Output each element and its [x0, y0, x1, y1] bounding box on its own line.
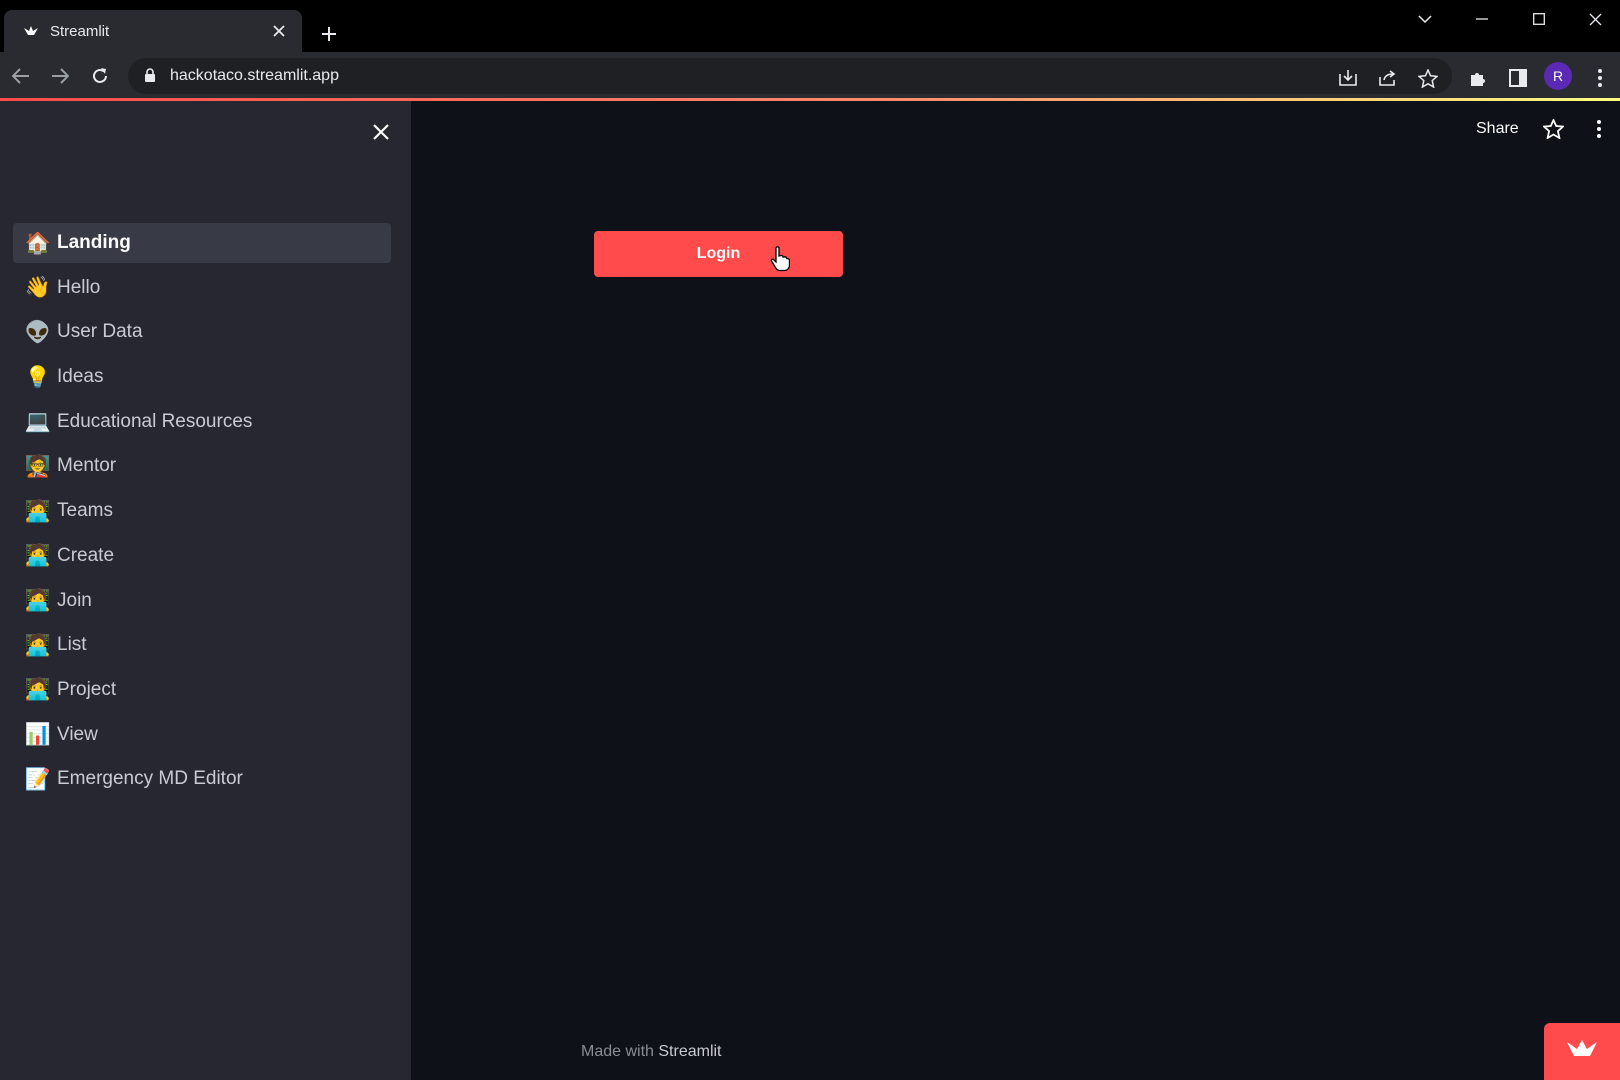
hand-pointer-cursor-icon [770, 246, 791, 277]
sidebar-item-hello[interactable]: 👋 Hello [13, 268, 391, 308]
sidebar-item-label: Ideas [57, 366, 104, 388]
sidebar-nav: 🏠 Landing 👋 Hello 👽 User Data 💡 Ideas 💻 Education… [13, 223, 391, 804]
sidebar-item-join[interactable]: 🧑‍💻 Join [13, 581, 391, 621]
bookmark-star-icon[interactable] [1416, 66, 1440, 90]
profile-avatar[interactable]: R [1544, 62, 1572, 90]
lightbulb-icon: 💡 [24, 365, 52, 389]
technologist-icon: 🧑‍💻 [24, 589, 52, 612]
app-menu-icon[interactable] [1587, 117, 1611, 141]
sidebar-item-user-data[interactable]: 👽 User Data [13, 312, 391, 352]
sidebar-item-landing[interactable]: 🏠 Landing [13, 223, 391, 263]
sidebar-item-mentor[interactable]: 🧑‍🏫 Mentor [13, 446, 391, 486]
browser-menu-icon[interactable] [1588, 66, 1612, 90]
lock-icon [144, 68, 156, 88]
waving-hand-icon: 👋 [24, 276, 52, 300]
sidebar-item-label: Emergency MD Editor [57, 768, 243, 790]
footer-streamlit-link[interactable]: Streamlit [658, 1043, 721, 1060]
laptop-icon: 💻 [24, 410, 52, 434]
sidebar-item-label: Mentor [57, 455, 117, 477]
sidebar-item-create[interactable]: 🧑‍💻 Create [13, 536, 391, 576]
tab-search-icon[interactable] [1402, 4, 1448, 34]
bar-chart-icon: 📊 [24, 723, 52, 747]
sidebar-item-label: Educational Resources [57, 410, 253, 432]
alien-icon: 👽 [24, 320, 52, 344]
sidebar-item-ideas[interactable]: 💡 Ideas [13, 357, 391, 397]
technologist-icon: 🧑‍💻 [24, 499, 52, 523]
technologist-icon: 🧑‍💻 [24, 633, 52, 657]
sidebar-item-educational-resources[interactable]: 💻 Educational Resources [13, 402, 391, 442]
house-icon: 🏠 [24, 231, 52, 255]
share-button[interactable]: Share [1476, 120, 1519, 138]
sidebar-item-list[interactable]: 🧑‍💻 List [13, 625, 391, 665]
side-panel-icon[interactable] [1506, 66, 1530, 90]
streamlit-crown-icon [1565, 1038, 1599, 1065]
login-button[interactable]: Login [594, 231, 843, 277]
sidebar-close-icon[interactable] [368, 119, 394, 145]
sidebar-item-project[interactable]: 🧑‍💻 Project [13, 670, 391, 710]
sidebar-item-label: Join [57, 589, 92, 611]
sidebar-item-label: User Data [57, 321, 143, 343]
sidebar-item-label: Create [57, 544, 115, 566]
url-text: hackotaco.streamlit.app [170, 67, 339, 84]
favorite-star-icon[interactable] [1541, 117, 1565, 141]
reload-icon[interactable] [84, 60, 116, 92]
browser-tab[interactable]: Streamlit [4, 10, 302, 52]
sidebar-item-label: Landing [57, 232, 131, 253]
forward-arrow-icon[interactable] [44, 60, 76, 92]
sidebar-item-label: Teams [57, 500, 113, 522]
sidebar-item-teams[interactable]: 🧑‍💻 Teams [13, 491, 391, 531]
minimize-icon[interactable] [1459, 4, 1505, 34]
browser-tab-bar: Streamlit [0, 0, 1620, 52]
teacher-icon: 🧑‍🏫 [24, 454, 52, 478]
main-content [411, 101, 1620, 1080]
new-tab-icon[interactable] [315, 20, 343, 48]
browser-toolbar: hackotaco.streamlit.app [0, 52, 1620, 99]
memo-icon: 📝 [24, 767, 52, 791]
back-arrow-icon[interactable] [5, 60, 37, 92]
sidebar-item-view[interactable]: 📊 View [13, 715, 391, 755]
sidebar-item-label: List [57, 634, 87, 656]
window-close-icon[interactable] [1572, 4, 1618, 34]
technologist-icon: 🧑‍💻 [24, 544, 52, 568]
maximize-icon[interactable] [1516, 4, 1562, 34]
sidebar-item-emergency-md-editor[interactable]: 📝 Emergency MD Editor [13, 759, 391, 799]
extensions-puzzle-icon[interactable] [1466, 66, 1490, 90]
tab-title: Streamlit [50, 22, 110, 40]
address-bar[interactable]: hackotaco.streamlit.app [128, 58, 1452, 94]
tab-close-icon[interactable] [266, 18, 292, 44]
sidebar-item-label: View [57, 723, 98, 745]
streamlit-badge[interactable] [1544, 1023, 1620, 1080]
sidebar-item-label: Hello [57, 276, 101, 298]
footer: Made with Streamlit [581, 1043, 722, 1061]
technologist-icon: 🧑‍💻 [24, 678, 52, 702]
sidebar: 🏠 Landing 👋 Hello 👽 User Data 💡 Ideas 💻 Education… [0, 101, 411, 1080]
sidebar-item-label: Project [57, 678, 117, 700]
install-app-icon[interactable] [1336, 66, 1360, 90]
share-page-icon[interactable] [1376, 66, 1400, 90]
streamlit-favicon-icon [22, 22, 40, 40]
footer-prefix: Made with [581, 1043, 654, 1060]
